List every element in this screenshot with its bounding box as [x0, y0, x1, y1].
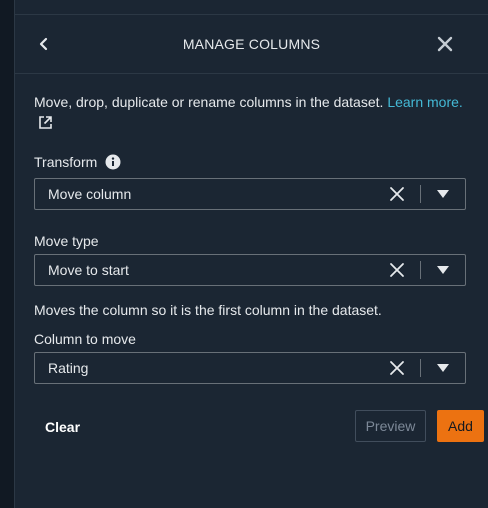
close-icon — [437, 36, 453, 52]
panel-header: MANAGE COLUMNS — [15, 14, 488, 74]
clear-move-type-icon[interactable] — [388, 261, 406, 279]
panel-title: MANAGE COLUMNS — [182, 36, 321, 52]
transform-select[interactable]: Move column — [34, 178, 466, 210]
panel-body: Move, drop, duplicate or rename columns … — [34, 92, 466, 384]
description-text: Move, drop, duplicate or rename columns … — [34, 94, 384, 110]
manage-columns-panel: MANAGE COLUMNS Move, drop, duplicate or … — [15, 0, 488, 508]
caret-down-icon — [437, 364, 449, 372]
column-to-move-select[interactable]: Rating — [34, 352, 466, 384]
column-to-move-label-row: Column to move — [34, 331, 136, 347]
external-link-icon — [39, 116, 52, 129]
column-to-move-label: Column to move — [34, 331, 136, 347]
description: Move, drop, duplicate or rename columns … — [34, 92, 466, 134]
transform-dropdown-toggle[interactable] — [421, 179, 465, 209]
caret-down-icon — [437, 266, 449, 274]
move-type-label-row: Move type — [34, 233, 99, 249]
move-type-value: Move to start — [48, 262, 129, 278]
add-button[interactable]: Add — [437, 410, 484, 442]
move-type-hint: Moves the column so it is the first colu… — [34, 302, 382, 318]
back-button[interactable] — [35, 35, 53, 53]
transform-label-row: Transform — [34, 154, 121, 170]
column-to-move-value: Rating — [48, 360, 89, 376]
transform-label: Transform — [34, 154, 98, 170]
chevron-left-icon — [39, 37, 48, 51]
learn-more-label: Learn more. — [387, 94, 463, 110]
close-button[interactable] — [436, 35, 454, 53]
info-icon[interactable] — [105, 154, 121, 170]
transform-value: Move column — [48, 186, 132, 202]
clear-column-icon[interactable] — [388, 359, 406, 377]
preview-button[interactable]: Preview — [355, 410, 426, 442]
clear-button[interactable]: Clear — [45, 413, 80, 441]
clear-transform-icon[interactable] — [388, 185, 406, 203]
move-type-label: Move type — [34, 233, 99, 249]
caret-down-icon — [437, 190, 449, 198]
column-dropdown-toggle[interactable] — [421, 353, 465, 383]
left-edge-strip — [0, 0, 15, 508]
move-type-dropdown-toggle[interactable] — [421, 255, 465, 285]
move-type-select[interactable]: Move to start — [34, 254, 466, 286]
